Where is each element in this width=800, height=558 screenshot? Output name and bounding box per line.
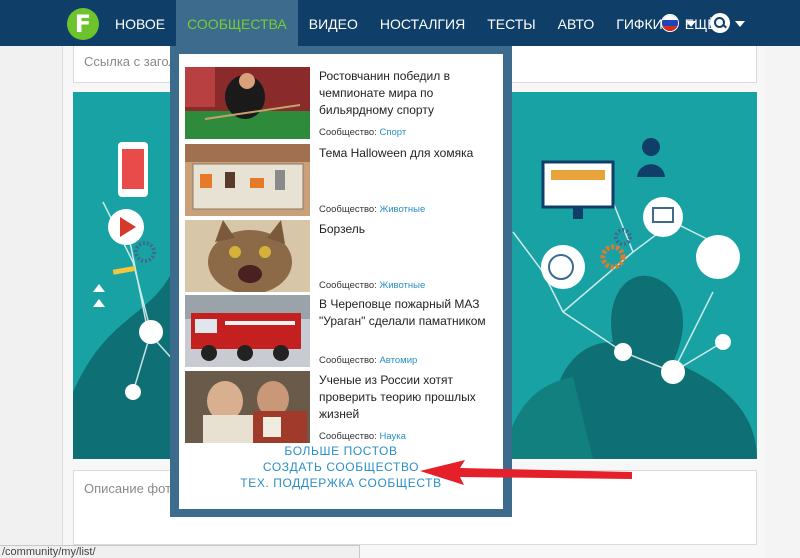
post-item[interactable]: В Череповце пожарный МАЗ "Ураган" сделал…: [185, 295, 497, 367]
post-item[interactable]: Ученые из России хотят проверить теорию …: [185, 371, 497, 443]
community-link[interactable]: Животные: [379, 204, 425, 215]
post-item[interactable]: Борзель Сообщество: Животные: [185, 220, 497, 292]
left-margin: [0, 46, 62, 558]
nav-item-nostalgia[interactable]: НОСТАЛГИЯ: [369, 0, 476, 46]
nav-item-tests[interactable]: ТЕСТЫ: [476, 0, 546, 46]
community-prefix: Сообщество:: [319, 127, 377, 138]
post-title[interactable]: В Череповце пожарный МАЗ "Ураган" сделал…: [319, 296, 497, 330]
main-nav: НОВОЕ СООБЩЕСТВА ВИДЕО НОСТАЛГИЯ ТЕСТЫ А…: [104, 0, 728, 46]
communities-dropdown-panel: Ростовчанин победил в чемпионате мира по…: [179, 54, 503, 509]
red-arrow-annotation: [420, 460, 632, 485]
post-meta: Сообщество: Автомир: [319, 355, 417, 367]
communities-dropdown: Ростовчанин победил в чемпионате мира по…: [170, 46, 512, 517]
post-thumbnail-hamster-halloween[interactable]: [185, 144, 310, 216]
post-item[interactable]: Ростовчанин победил в чемпионате мира по…: [185, 67, 497, 139]
post-thumbnail-billiards[interactable]: [185, 67, 310, 139]
post-meta: Сообщество: Животные: [319, 204, 425, 216]
search-chevron-down-icon[interactable]: [735, 21, 745, 27]
community-link[interactable]: Наука: [379, 431, 405, 442]
post-meta: Сообщество: Наука: [319, 431, 406, 443]
russian-flag-icon[interactable]: [661, 14, 679, 32]
community-link[interactable]: Автомир: [379, 355, 417, 366]
community-prefix: Сообщество:: [319, 355, 377, 366]
community-prefix: Сообщество:: [319, 431, 377, 442]
post-title[interactable]: Ростовчанин победил в чемпионате мира по…: [319, 68, 497, 119]
community-prefix: Сообщество:: [319, 280, 377, 291]
right-margin: [766, 46, 800, 558]
language-chevron-down-icon[interactable]: [686, 21, 696, 27]
post-meta: Сообщество: Спорт: [319, 127, 406, 139]
nav-item-communities[interactable]: СООБЩЕСТВА: [176, 0, 298, 46]
nav-item-auto[interactable]: АВТО: [547, 0, 606, 46]
post-thumbnail-cat[interactable]: [185, 220, 310, 292]
community-link[interactable]: Животные: [379, 280, 425, 291]
post-title[interactable]: Борзель: [319, 221, 497, 238]
nav-item-new[interactable]: НОВОЕ: [104, 0, 176, 46]
search-icon[interactable]: [710, 13, 730, 33]
community-link[interactable]: Спорт: [379, 127, 406, 138]
community-prefix: Сообщество:: [319, 204, 377, 215]
post-thumbnail-scientists[interactable]: [185, 371, 310, 443]
post-thumbnail-fire-truck[interactable]: [185, 295, 310, 367]
post-title[interactable]: Тема Halloween для хомяка: [319, 145, 497, 162]
post-meta: Сообщество: Животные: [319, 280, 425, 292]
browser-status-url: /community/my/list/: [0, 545, 360, 558]
fishki-logo-icon[interactable]: F: [67, 8, 99, 40]
more-posts-link[interactable]: БОЛЬШЕ ПОСТОВ: [179, 443, 503, 459]
post-item[interactable]: Тема Halloween для хомяка Сообщество: Жи…: [185, 144, 497, 216]
top-navigation-bar: F НОВОЕ СООБЩЕСТВА ВИДЕО НОСТАЛГИЯ ТЕСТЫ…: [0, 0, 800, 46]
post-title[interactable]: Ученые из России хотят проверить теорию …: [319, 372, 497, 423]
nav-item-video[interactable]: ВИДЕО: [298, 0, 369, 46]
